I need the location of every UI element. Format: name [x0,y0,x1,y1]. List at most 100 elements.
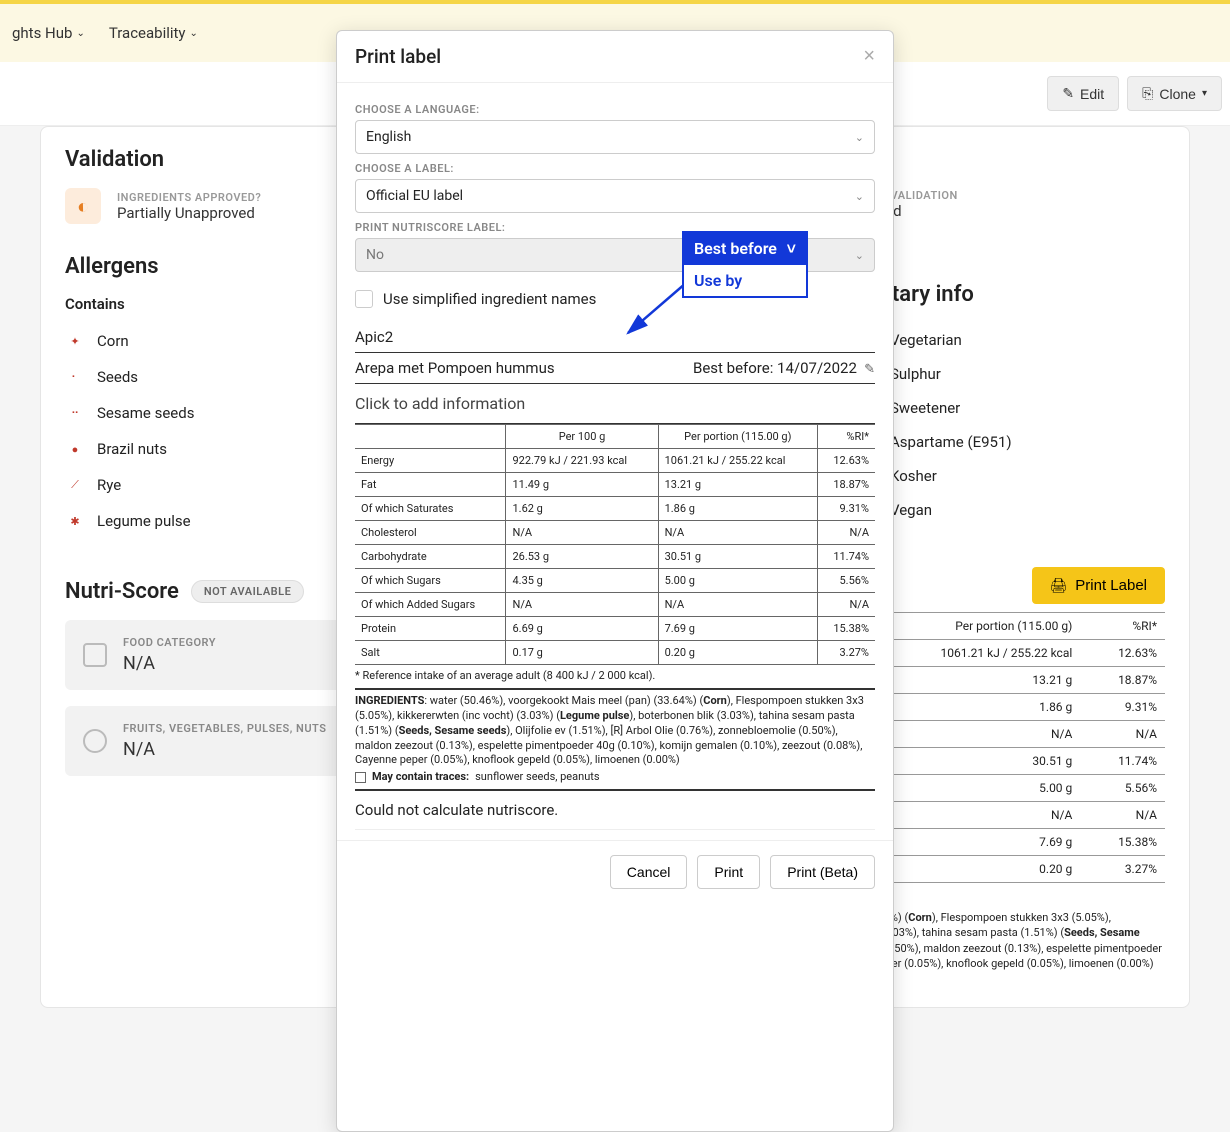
chevron-down-icon: ⌄ [855,249,864,262]
cell: 13.21 g [658,473,817,497]
may-contain-checkbox[interactable] [355,772,366,783]
opt-label: Best before [694,239,777,259]
cell: 1.62 g [506,497,658,521]
cell: 5.00 g [658,569,817,593]
dietary-item: AAspartame (E951) [860,425,1165,459]
legume-icon: ✱ [65,511,85,531]
dietary-item: SSulphur [860,357,1165,391]
cell: Cholesterol [355,521,506,545]
dietary-label: Sweetener [890,399,960,417]
cell: 5.56% [1080,775,1165,802]
modal-title: Print label [355,45,441,68]
cell: N/A [1080,721,1165,748]
modal-ingredients: INGREDIENTS: water (50.46%), voorgekookt… [355,688,875,791]
close-button[interactable]: × [863,45,875,68]
cell: N/A [658,593,817,617]
dietary-label: Sulphur [890,365,941,383]
language-label: CHOOSE A LANGUAGE: [355,103,875,116]
menu-traceability[interactable]: Traceability⌄ [97,24,210,42]
chevron-down-icon: ▾ [1202,88,1207,99]
cell: 18.87% [1080,667,1165,694]
fruits-label: FRUITS, VEGETABLES, PULSES, NUTS [123,722,326,735]
cell: 4.35 g [506,569,658,593]
cell: Energy [355,449,506,473]
cell: N/A [1080,802,1165,829]
allergen-label: Legume pulse [97,512,191,530]
dietary-item: SSweetener [860,391,1165,425]
dietary-heading: Dietary info [860,282,1165,307]
dietary-item: VVegetarian [860,323,1165,357]
dietary-item: VVegan [860,493,1165,527]
cell: 0.17 g [506,641,658,665]
menu-label: ghts Hub [12,24,72,42]
cell: 11.49 g [506,473,658,497]
dropdown-option-best-before[interactable]: Best before ˅ [684,233,806,265]
cell: 5.56% [818,569,875,593]
clone-icon [1142,85,1153,102]
cell: 15.38% [818,617,875,641]
cell: 9.31% [818,497,875,521]
chevron-down-icon: ⌄ [855,190,864,203]
food-category-icon [83,643,107,667]
h: Per portion (115.00 g) [658,425,817,449]
modal-nutrition-table: Per 100 gPer portion (115.00 g)%RI* Ener… [355,424,875,665]
modal-ref-note: * Reference intake of an average adult (… [355,669,875,682]
print-label-button[interactable]: Print Label [1032,567,1166,604]
menu-insights-hub[interactable]: ghts Hub ⌄ [0,24,97,42]
language-select[interactable]: English⌄ [355,120,875,154]
dietary-item: KKosher [860,459,1165,493]
cell: 7.69 g [658,617,817,641]
nutrition-validation-label: TION VALIDATION [860,189,1165,202]
cell: 1.86 g [658,497,817,521]
cell: N/A [658,521,817,545]
may-pfx: May contain traces: [372,770,469,785]
corn-icon: ✦ [65,331,85,351]
cell: Of which Saturates [355,497,506,521]
dietary-label: Aspartame (E951) [890,433,1012,451]
simplified-checkbox[interactable] [355,290,373,308]
food-category-value: N/A [123,653,216,674]
nutriscore-pill: NOT AVAILABLE [191,580,304,603]
label-select[interactable]: Official EU label⌄ [355,179,875,213]
cell: 11.74% [818,545,875,569]
print-beta-button[interactable]: Print (Beta) [770,855,875,889]
cell: 30.51 g [658,545,817,569]
label-label: CHOOSE A LABEL: [355,162,875,175]
edit-icon: ✎ [861,362,875,377]
print-button[interactable]: Print [697,855,760,889]
opt-label: Use by [694,271,742,290]
cell: 11.74% [1080,748,1165,775]
language-value: English [366,129,411,145]
cell: Salt [355,641,506,665]
cell: Protein [355,617,506,641]
nuts-icon: ● [65,439,85,459]
cell: 6.69 g [506,617,658,641]
simplified-label: Use simplified ingredient names [383,290,596,308]
chevron-down-icon: ˅ [787,239,796,259]
apic-line[interactable]: Apic2 [355,322,875,353]
add-information[interactable]: Click to add information [355,384,875,424]
h: %RI* [818,425,875,449]
product-name: Arepa met Pompoen hummus [355,359,555,377]
dropdown-option-use-by[interactable]: Use by [684,265,806,296]
pfx: INGREDIENTS [355,694,424,707]
clone-button[interactable]: Clone▾ [1127,76,1222,111]
ingredients-approved-value: Partially Unapproved [117,204,261,222]
may-txt: sunflower seeds, peanuts [475,770,599,785]
dietary-label: Vegan [890,501,932,519]
cell: N/A [506,593,658,617]
print-label-text: Print Label [1075,577,1147,594]
fruits-value: N/A [123,739,326,760]
tbl-h-ri: %RI* [1080,613,1165,640]
cell: N/A [818,593,875,617]
best-before-field[interactable]: Best before: 14/07/2022 ✎ [693,359,875,377]
date-type-dropdown: Best before ˅ Use by [682,231,808,298]
print-label-modal: Print label × CHOOSE A LANGUAGE: English… [336,30,894,1132]
best-before-text: Best before: 14/07/2022 [693,359,857,377]
cancel-button[interactable]: Cancel [610,855,688,889]
cell: N/A [506,521,658,545]
edit-button[interactable]: Edit [1047,76,1119,111]
chevron-down-icon: ⌄ [76,28,84,39]
nutriscore-heading: Nutri-Score [65,579,179,604]
cell: 922.79 kJ / 221.93 kcal [506,449,658,473]
